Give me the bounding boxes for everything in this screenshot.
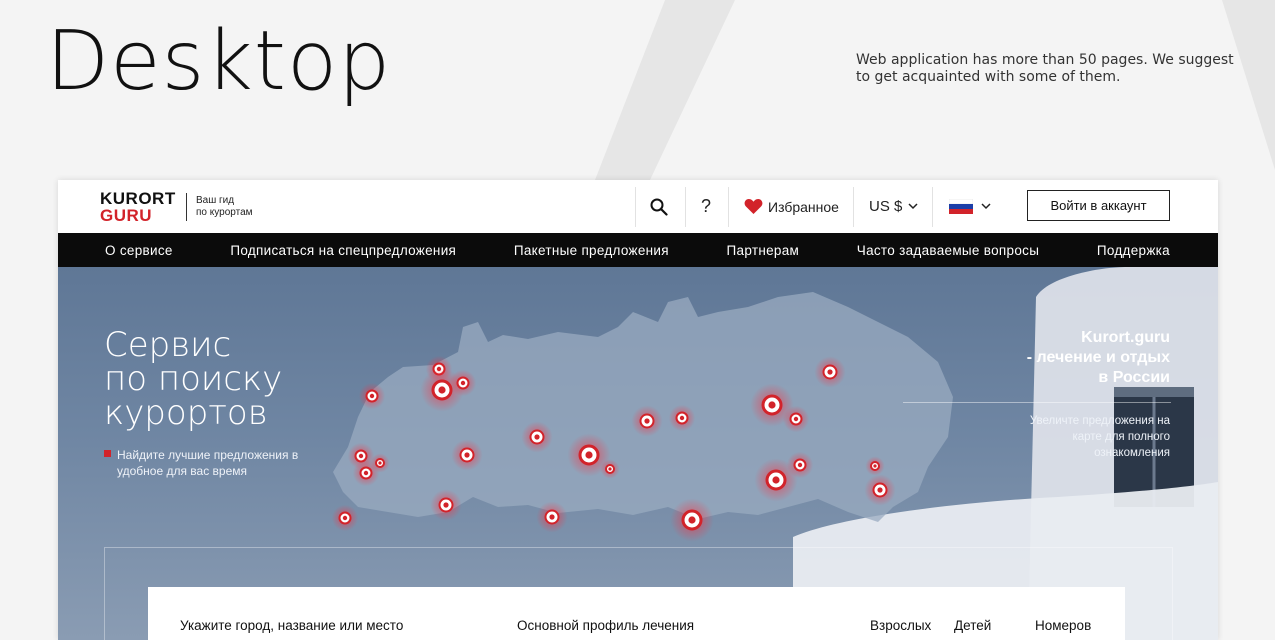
russia-flag-icon — [949, 199, 973, 214]
favorites-link[interactable]: Избранное — [744, 180, 839, 233]
map-marker-dot — [438, 386, 446, 394]
hero-title-line-3: курортов — [104, 393, 268, 433]
nav-item-faq[interactable]: Часто задаваемые вопросы — [857, 243, 1039, 258]
map-marker-dot — [549, 514, 555, 520]
nav-item-partners[interactable]: Партнерам — [727, 243, 800, 258]
hero-title: Сервис по поиску курортов — [104, 328, 364, 430]
header-divider — [635, 187, 636, 227]
header-divider — [685, 187, 686, 227]
language-select[interactable] — [949, 180, 991, 233]
hero-section: Сервис по поиску курортов Найдите лучшие… — [58, 267, 1218, 640]
logo-line-2: GURU — [100, 206, 153, 225]
map-marker-dot — [768, 401, 776, 409]
map-marker-dot — [585, 451, 593, 459]
currency-select[interactable]: US $ — [869, 180, 918, 233]
side-title-line-2: - лечение и отдых — [1026, 349, 1170, 366]
side-title-line-1: Kurort.guru — [1081, 329, 1170, 346]
browser-frame: KURORT GURU Ваш гид по курортам ? Избран… — [58, 180, 1218, 640]
hero-title-line-2: по поиску — [104, 359, 283, 399]
header-divider — [853, 187, 854, 227]
side-description: Увеличте предложения на карте для полног… — [1029, 415, 1170, 459]
place-field-label: Укажите город, название или место — [180, 618, 404, 633]
search-icon — [650, 198, 668, 216]
map-marker-dot — [534, 434, 540, 440]
map-marker-dot — [827, 369, 833, 375]
nav-item-support[interactable]: Поддержка — [1097, 243, 1170, 258]
map-marker-dot — [443, 502, 449, 508]
presentation-title: Desktop — [46, 14, 392, 109]
tagline: Ваш гид по курортам — [196, 195, 276, 219]
site-logo[interactable]: KURORT GURU — [100, 190, 176, 224]
map-marker-dot — [464, 452, 470, 458]
presentation-description: Web application has more than 50 pages. … — [856, 52, 1234, 85]
logo-line-1: KURORT — [100, 189, 176, 208]
map-marker-dot — [793, 416, 799, 422]
tagline-line-1: Ваш гид — [196, 195, 235, 206]
map-marker-dot — [358, 453, 364, 459]
map-marker-dot — [679, 415, 685, 421]
main-nav: О сервисе Подписаться на спецпредложения… — [58, 233, 1218, 267]
map-marker-dot — [363, 470, 369, 476]
login-button[interactable]: Войти в аккаунт — [1027, 190, 1170, 221]
profile-field-label: Основной профиль лечения — [517, 618, 695, 633]
map-marker-dot — [378, 461, 382, 465]
help-button[interactable]: ? — [701, 180, 711, 233]
tagline-line-2: по курортам — [196, 207, 253, 218]
map-marker-dot — [688, 516, 696, 524]
map-marker-dot — [873, 464, 877, 468]
hero-title-line-1: Сервис — [104, 325, 232, 365]
search-button[interactable] — [650, 180, 668, 233]
side-title: Kurort.guru - лечение и отдых в России — [970, 328, 1170, 388]
adults-field-label: Взрослых — [870, 618, 932, 633]
side-divider — [903, 402, 1171, 403]
chevron-down-icon — [981, 203, 991, 210]
side-title-line-3: в России — [1098, 369, 1170, 386]
bullet-icon — [104, 450, 111, 457]
map-marker-dot — [644, 418, 650, 424]
hero-subtitle: Найдите лучшие предложения в удобное для… — [117, 448, 299, 478]
favorites-label: Избранное — [768, 198, 839, 215]
rooms-field-label: Номеров — [1035, 618, 1092, 633]
site-header: KURORT GURU Ваш гид по курортам ? Избран… — [58, 180, 1218, 233]
map-marker-dot — [460, 380, 466, 386]
header-divider — [932, 187, 933, 227]
logo-divider — [186, 193, 187, 221]
chevron-down-icon — [908, 203, 918, 210]
map-marker-dot — [772, 476, 780, 484]
map-marker-dot — [608, 467, 612, 471]
map-marker-dot — [342, 515, 348, 521]
heart-icon — [744, 198, 763, 215]
map-marker-dot — [877, 487, 883, 493]
map-marker-dot — [369, 393, 375, 399]
nav-item-subscribe[interactable]: Подписаться на спецпредложения — [230, 243, 456, 258]
header-divider — [728, 187, 729, 227]
currency-label: US $ — [869, 198, 903, 215]
map-marker-dot — [797, 462, 803, 468]
nav-item-packages[interactable]: Пакетные предложения — [514, 243, 669, 258]
children-field-label: Детей — [954, 618, 992, 633]
nav-item-about[interactable]: О сервисе — [105, 243, 173, 258]
